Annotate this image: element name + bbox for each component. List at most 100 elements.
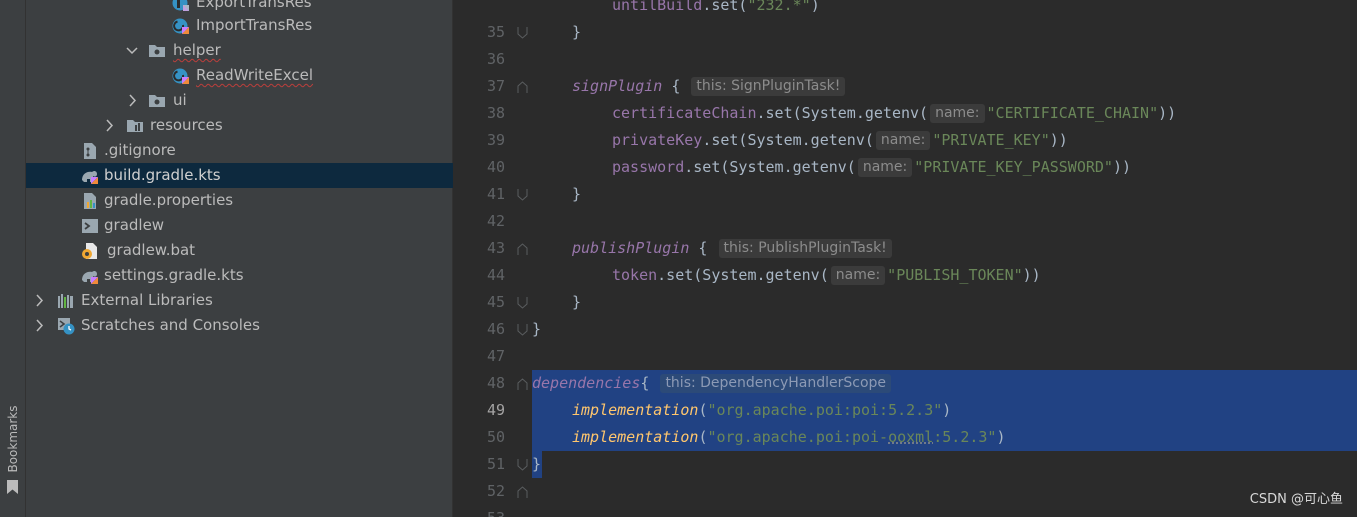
code-line-41[interactable]: 41 password.set(System.getenv(name: "PRIV…	[453, 154, 1357, 203]
kotlin-file-icon	[172, 18, 189, 34]
tree-item-gradlew[interactable]: gradlew	[26, 213, 453, 238]
bookmark-icon	[7, 480, 18, 494]
watermark: CSDN @可心鱼	[1249, 492, 1343, 507]
gradle-kts-icon	[82, 170, 98, 184]
shell-script-icon	[82, 219, 98, 233]
inlay-param-hint: name:	[830, 266, 886, 285]
tree-item-import-trans-res[interactable]: ImportTransRes	[26, 13, 453, 38]
inlay-param-hint: name:	[930, 104, 985, 123]
code-text: }	[572, 23, 582, 41]
kotlin-file-icon	[172, 0, 189, 11]
code-text: privateKey.set(System.getenv(name: "PRIVA…	[612, 131, 1068, 150]
code-line-49[interactable]: 49 dependencies{ this: DependencyHandler…	[453, 370, 1357, 419]
code-line-37[interactable]: 37	[453, 46, 1357, 95]
code-line-51[interactable]: 51 implementation("org.apache.poi:poi-oo…	[453, 424, 1357, 473]
tree-item-label: settings.gradle.kts	[104, 266, 244, 284]
fold-end-icon[interactable]	[517, 27, 528, 39]
fold-start-icon[interactable]	[517, 81, 528, 93]
bookmarks-tool-tab[interactable]: Bookmarks	[3, 400, 23, 500]
code-line-47[interactable]: 47 }	[453, 316, 1357, 365]
code-line-36[interactable]: 36 }	[453, 19, 1357, 68]
code-text: signPlugin { this: SignPluginTask!	[572, 73, 847, 100]
code-text: dependencies{ this: DependencyHandlerSco…	[532, 370, 893, 397]
tree-item-label: resources	[150, 116, 223, 134]
code-line-40[interactable]: 40 privateKey.set(System.getenv(name: "PR…	[453, 127, 1357, 176]
tree-item-label: ui	[173, 91, 187, 109]
tree-item-gitignore[interactable]: .gitignore	[26, 138, 453, 163]
inlay-type-hint: this: PublishPluginTask!	[718, 239, 892, 258]
code-text: }	[532, 455, 542, 473]
code-text: }	[572, 293, 582, 311]
gitignore-file-icon	[84, 143, 96, 159]
code-line-50[interactable]: 50 implementation("org.apache.poi:poi:5.…	[453, 397, 1357, 446]
gradle-kts-icon	[82, 270, 98, 284]
tree-item-label: build.gradle.kts	[104, 166, 221, 184]
tree-item-label: gradle.properties	[104, 191, 234, 209]
tree-item-gradle-properties[interactable]: gradle.properties	[26, 188, 453, 213]
code-line-39[interactable]: 39 certificateChain.set(System.getenv(na…	[453, 100, 1357, 149]
code-line-35[interactable]: 35 untilBuild.set("232.*")	[453, 0, 1357, 41]
code-text: }	[532, 320, 542, 338]
left-tool-strip: Bookmarks	[0, 0, 26, 517]
spelling-typo-word: ooxml	[888, 428, 934, 446]
code-text: certificateChain.set(System.getenv(name:…	[612, 104, 1177, 123]
code-line-53[interactable]: 53	[453, 478, 1357, 517]
chevron-right-icon[interactable]	[33, 288, 45, 313]
tree-item-helper[interactable]: helper	[26, 38, 453, 63]
tree-item-label: Scratches and Consoles	[81, 316, 260, 334]
bookmarks-tab-label: Bookmarks	[6, 405, 20, 473]
tree-item-gradlew-bat[interactable]: gradlew.bat	[26, 238, 453, 263]
inlay-type-hint: this: DependencyHandlerScope	[660, 374, 892, 393]
code-text: }	[572, 185, 582, 203]
tree-item-ui[interactable]: ui	[26, 88, 453, 113]
code-text: token.set(System.getenv(name: "PUBLISH_TO…	[612, 266, 1041, 285]
code-line-52[interactable]: 52 }	[453, 451, 1357, 500]
fold-end-icon[interactable]	[517, 189, 528, 201]
code-line-44[interactable]: 44 publishPlugin { this: PublishPluginTa…	[453, 235, 1357, 284]
tree-item-build-gradle-kts[interactable]: build.gradle.kts	[26, 163, 453, 188]
code-text: password.set(System.getenv(name: "PRIVATE…	[612, 158, 1132, 177]
code-editor[interactable]: 35 untilBuild.set("232.*") 36 } 37 38 si…	[453, 0, 1357, 517]
tree-item-label: gradlew	[104, 216, 165, 234]
fold-start-icon[interactable]	[517, 486, 528, 498]
chevron-down-icon[interactable]	[126, 38, 138, 63]
scratches-icon	[58, 318, 75, 335]
code-line-42[interactable]: 42 }	[453, 181, 1357, 230]
libraries-icon	[58, 294, 73, 308]
code-line-45[interactable]: 45 token.set(System.getenv(name: "PUBLISH…	[453, 262, 1357, 311]
chevron-right-icon[interactable]	[126, 88, 138, 113]
tree-item-label: .gitignore	[104, 141, 176, 159]
code-line-48[interactable]: 48	[453, 343, 1357, 392]
tree-item-label: ReadWriteExcel	[196, 66, 314, 84]
tree-item-external-libraries[interactable]: External Libraries	[26, 288, 453, 313]
properties-file-icon	[84, 193, 96, 209]
chevron-right-icon[interactable]	[33, 313, 45, 338]
code-line-43[interactable]: 43	[453, 208, 1357, 257]
tree-item-read-write-excel[interactable]: ReadWriteExcel	[26, 63, 453, 88]
code-text: implementation("org.apache.poi:poi:5.2.3…	[572, 401, 952, 419]
tree-item-settings-gradle-kts[interactable]: settings.gradle.kts	[26, 263, 453, 288]
fold-start-icon[interactable]	[517, 243, 528, 255]
chevron-right-icon[interactable]	[103, 113, 115, 138]
inlay-type-hint: this: SignPluginTask!	[691, 77, 846, 96]
tree-item-label: helper	[173, 41, 221, 59]
line-number: 53	[453, 505, 505, 517]
fold-end-icon[interactable]	[517, 459, 528, 471]
inlay-param-hint: name:	[875, 131, 931, 150]
kotlin-file-icon	[172, 68, 189, 84]
code-line-46[interactable]: 46 }	[453, 289, 1357, 338]
fold-end-icon[interactable]	[517, 297, 528, 309]
inlay-param-hint: name:	[857, 158, 913, 177]
fold-end-icon[interactable]	[517, 324, 528, 336]
tree-item-resources[interactable]: resources	[26, 113, 453, 138]
code-text: publishPlugin { this: PublishPluginTask!	[572, 235, 894, 262]
code-text: implementation("org.apache.poi:poi-ooxml…	[572, 428, 1006, 446]
fold-start-icon[interactable]	[517, 378, 528, 390]
project-tree-panel: ExportTransRes ImportTransRes helper Rea…	[26, 0, 453, 517]
tree-item-scratches-and-consoles[interactable]: Scratches and Consoles	[26, 313, 453, 338]
tree-item-label: ImportTransRes	[196, 16, 313, 34]
resources-folder-icon	[127, 120, 143, 132]
tree-item-label: gradlew.bat	[107, 241, 196, 259]
package-folder-icon	[149, 95, 165, 107]
code-line-38[interactable]: 38 signPlugin { this: SignPluginTask!	[453, 73, 1357, 122]
